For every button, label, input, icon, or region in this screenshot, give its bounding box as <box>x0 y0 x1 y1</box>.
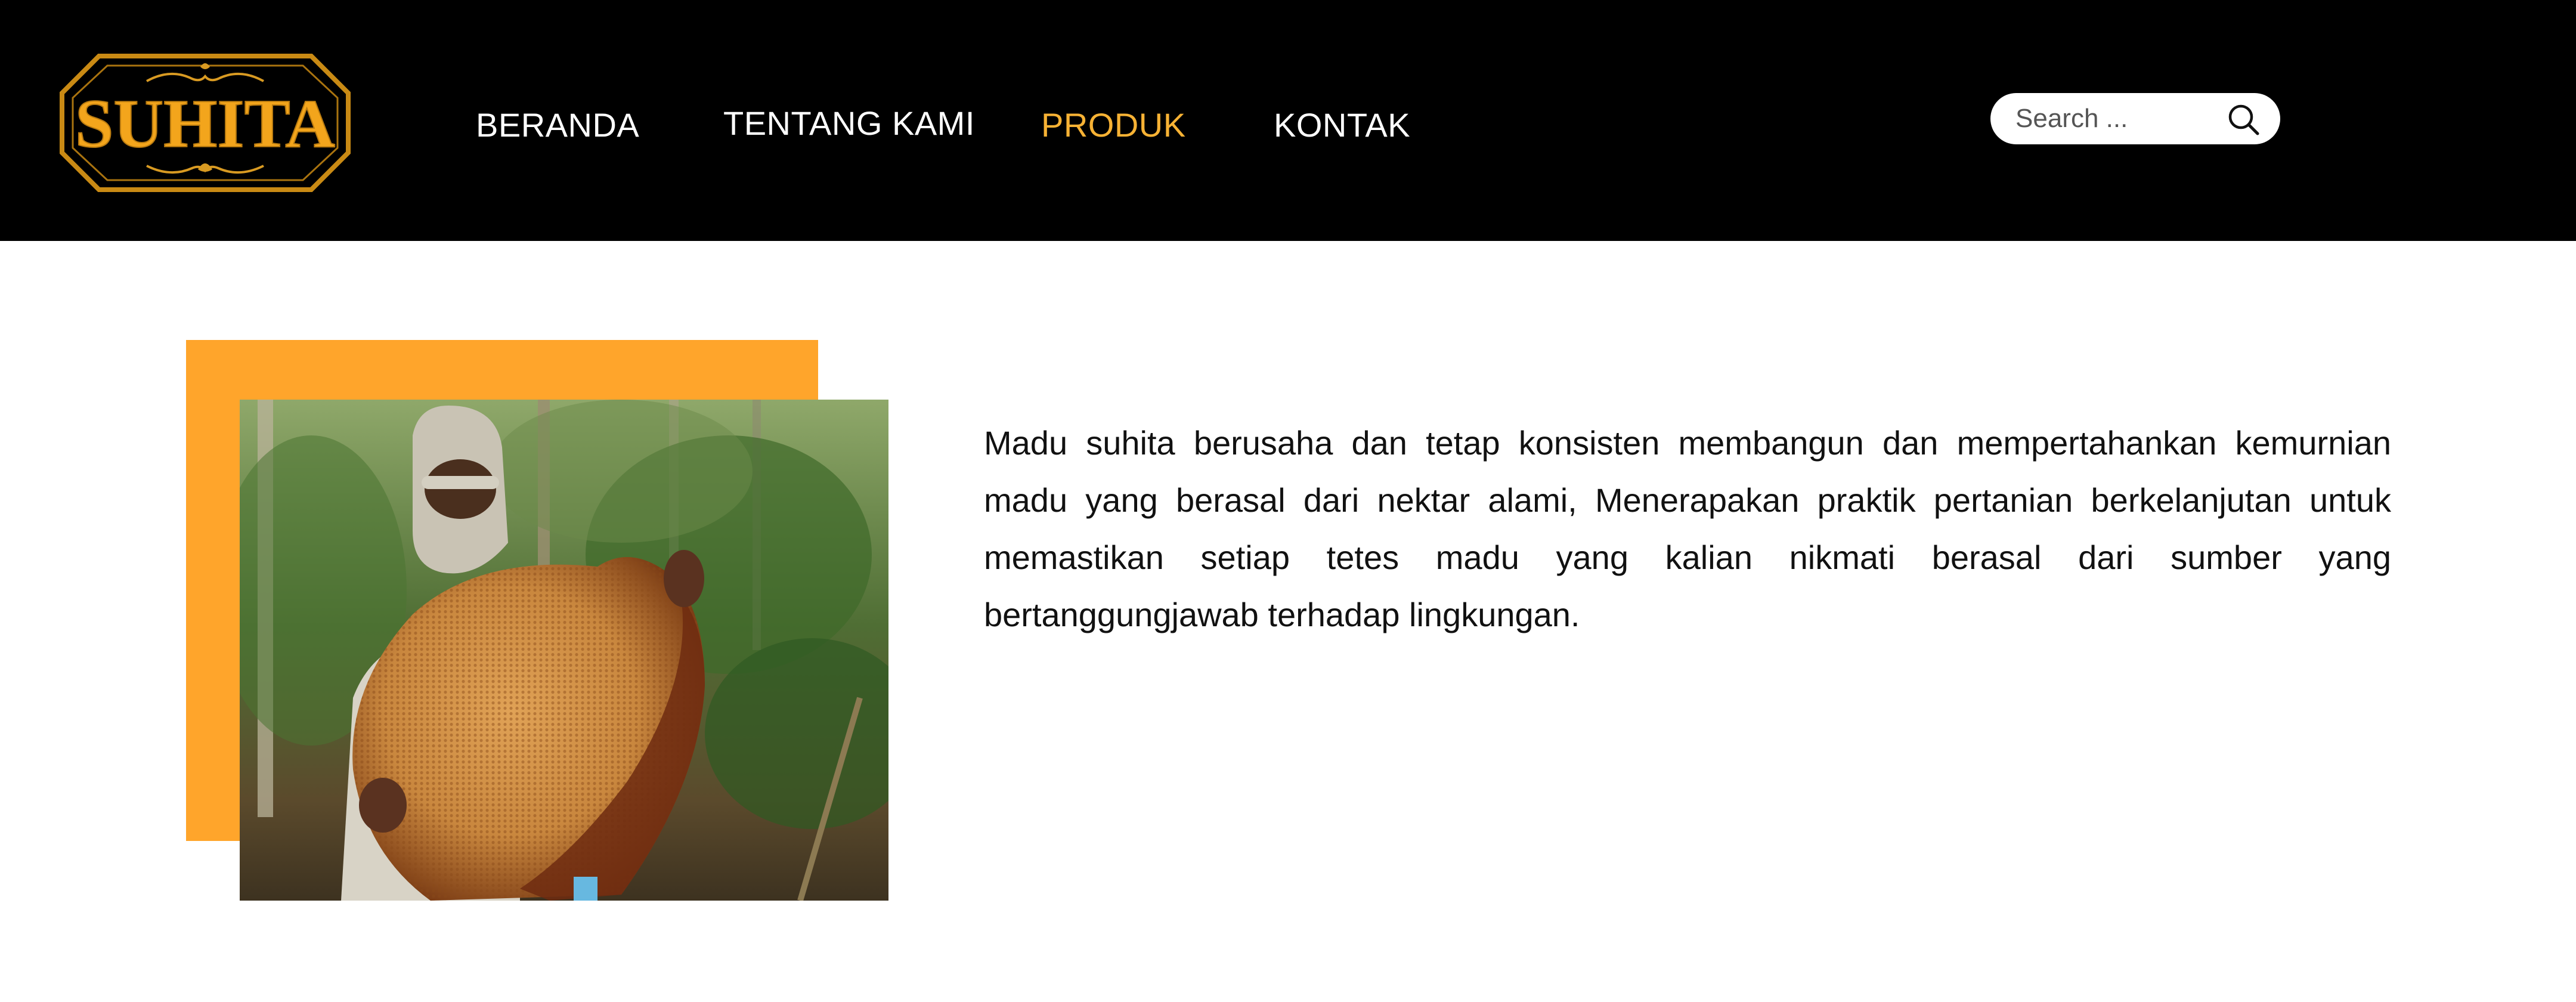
nav-kontak[interactable]: KONTAK <box>1274 104 1410 146</box>
site-header: SUHITA BERANDA TENTANG KAMI PRODUK KONTA… <box>0 0 2576 241</box>
logo-wordmark: SUHITA <box>75 86 335 162</box>
search-box <box>1990 93 2280 144</box>
suhita-logo[interactable]: SUHITA <box>57 51 353 194</box>
search-icon[interactable] <box>2225 101 2261 137</box>
beekeeper-honeycomb-photo <box>240 400 888 901</box>
product-description: Madu suhita berusaha dan tetap konsisten… <box>984 424 2391 633</box>
nav-tentang-kami[interactable]: TENTANG KAMI <box>723 103 975 144</box>
nav-produk[interactable]: PRODUK <box>1041 104 1186 146</box>
search-input[interactable] <box>2015 93 2218 144</box>
nav-beranda[interactable]: BERANDA <box>476 104 639 146</box>
